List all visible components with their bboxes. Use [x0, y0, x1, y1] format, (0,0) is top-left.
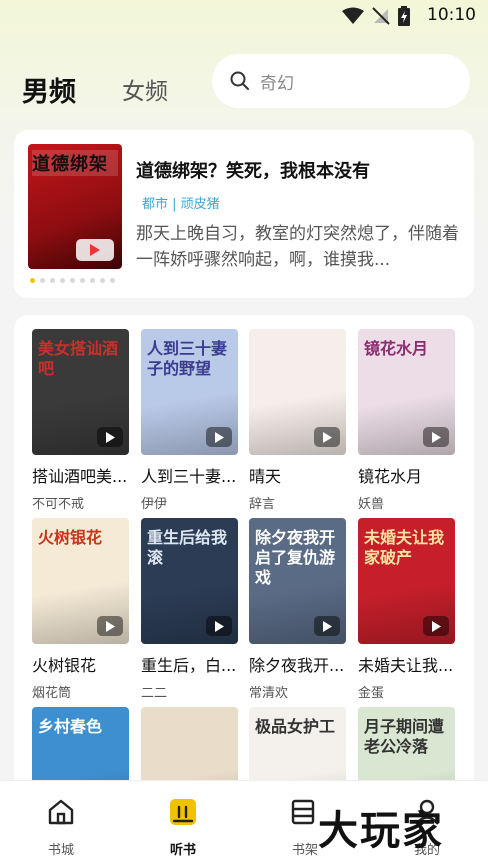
search-icon: [230, 71, 249, 90]
play-icon[interactable]: [314, 616, 340, 636]
banner-cover[interactable]: 道德绑架: [28, 144, 122, 269]
carousel-dot: [60, 278, 65, 283]
book-cover[interactable]: 美女搭讪酒吧: [32, 329, 129, 455]
book-item[interactable]: 人到三十妻子的野望人到三十妻... 伊伊: [141, 329, 238, 512]
nav-label: 听书: [169, 843, 196, 858]
search-bar[interactable]: 奇幻: [212, 54, 470, 108]
audio-icon: [143, 797, 223, 827]
book-item[interactable]: 火树银花 火树银花 烟花筒: [32, 518, 129, 701]
play-icon[interactable]: [206, 616, 232, 636]
carousel-dot: [50, 278, 55, 283]
book-cover-title: 极品女护工: [255, 717, 336, 736]
featured-banner[interactable]: 道德绑架 道德绑架？笑死，我根本没有 都市 | 顽皮猪 那天上晚自习，教室的灯突…: [14, 130, 474, 298]
home-icon: [21, 797, 101, 827]
book-author: 二二: [141, 686, 168, 701]
book-cover-title: 未婚夫让我家破产: [364, 528, 445, 567]
book-cover[interactable]: 除夕夜我开启了复仇游戏: [249, 518, 346, 644]
tab-female[interactable]: 女频: [122, 72, 168, 106]
battery-icon: [398, 6, 410, 26]
play-icon[interactable]: [423, 427, 449, 447]
book-cover-title: 重生后给我滚: [147, 528, 228, 567]
book-title[interactable]: 火树银花: [32, 652, 129, 676]
banner-meta: 都市 | 顽皮猪: [142, 197, 220, 212]
status-time: 10:10: [427, 5, 476, 25]
book-cover-title: 月子期间遭老公冷落: [364, 717, 445, 756]
play-icon[interactable]: [206, 427, 232, 447]
book-cover[interactable]: 未婚夫让我家破产: [358, 518, 455, 644]
book-title[interactable]: 未婚夫让我...: [358, 652, 455, 676]
book-author: 伊伊: [141, 497, 168, 512]
status-bar: 10:10: [0, 0, 488, 32]
book-author: 不可不戒: [32, 497, 85, 512]
book-cover-title: 美女搭讪酒吧: [38, 339, 119, 378]
book-grid: 美女搭讪酒吧搭讪酒吧美... 不可不戒 人到三十妻子的野望人到三十妻... 伊伊 晴天辞…: [14, 315, 474, 795]
wifi-icon: [342, 7, 364, 24]
nav-item-audio[interactable]: 听书: [143, 797, 223, 858]
play-icon[interactable]: [97, 616, 123, 636]
book-title[interactable]: 人到三十妻...: [141, 463, 238, 487]
no-signal-icon: [372, 7, 390, 25]
carousel-dot: [90, 278, 95, 283]
book-cover-title: 镜花水月: [364, 339, 429, 358]
carousel-dot: [100, 278, 105, 283]
book-item[interactable]: 除夕夜我开启了复仇游戏除夕夜我开... 常清欢: [249, 518, 346, 701]
book-cover[interactable]: 火树银花: [32, 518, 129, 644]
book-author: 金蛋: [358, 686, 385, 701]
book-item[interactable]: 镜花水月 镜花水月 妖兽: [358, 329, 455, 512]
banner-cover-title: 道德绑架: [32, 150, 118, 176]
book-cover-title: 人到三十妻子的野望: [147, 339, 228, 378]
book-title[interactable]: 晴天: [249, 463, 346, 487]
book-author: 妖兽: [358, 497, 385, 512]
carousel-dots: [30, 278, 115, 283]
book-title[interactable]: 除夕夜我开...: [249, 652, 346, 676]
watermark-text: 大玩家: [318, 808, 444, 854]
book-author: 烟花筒: [32, 686, 72, 701]
status-icons: [342, 6, 410, 26]
book-cover[interactable]: 镜花水月: [358, 329, 455, 455]
banner-title[interactable]: 道德绑架？笑死，我根本没有: [136, 157, 370, 183]
carousel-dot: [110, 278, 115, 283]
book-cover[interactable]: 人到三十妻子的野望: [141, 329, 238, 455]
tab-male[interactable]: 男频: [22, 70, 76, 109]
book-item[interactable]: 未婚夫让我家破产未婚夫让我... 金蛋: [358, 518, 455, 701]
play-icon[interactable]: [97, 427, 123, 447]
play-icon[interactable]: [314, 427, 340, 447]
book-title[interactable]: 重生后，白...: [141, 652, 238, 676]
book-item[interactable]: 美女搭讪酒吧搭讪酒吧美... 不可不戒: [32, 329, 129, 512]
book-cover-title: 乡村春色: [38, 717, 103, 736]
nav-item-home[interactable]: 书城: [21, 797, 101, 858]
banner-description: 那天上晚自习，教室的灯突然熄了，伴随着一阵娇呼骤然响起，啊，谁摸我...: [136, 224, 459, 270]
book-cover-title: 火树银花: [38, 528, 103, 547]
book-title[interactable]: 搭讪酒吧美...: [32, 463, 129, 487]
carousel-dot: [80, 278, 85, 283]
book-cover[interactable]: 重生后给我滚: [141, 518, 238, 644]
search-input[interactable]: 奇幻: [260, 69, 294, 94]
book-author: 常清欢: [249, 686, 289, 701]
carousel-dot: [30, 278, 35, 283]
book-title[interactable]: 镜花水月: [358, 463, 455, 487]
header: 男频 女频 奇幻: [0, 52, 488, 112]
nav-label: 书城: [47, 843, 74, 858]
play-icon[interactable]: [76, 239, 114, 261]
book-cover[interactable]: [249, 329, 346, 455]
carousel-dot: [70, 278, 75, 283]
play-icon[interactable]: [423, 616, 449, 636]
carousel-dot: [40, 278, 45, 283]
book-author: 辞言: [249, 497, 276, 512]
book-item[interactable]: 重生后给我滚重生后，白... 二二: [141, 518, 238, 701]
book-item[interactable]: 晴天 辞言: [249, 329, 346, 512]
book-cover-title: 除夕夜我开启了复仇游戏: [255, 528, 336, 587]
